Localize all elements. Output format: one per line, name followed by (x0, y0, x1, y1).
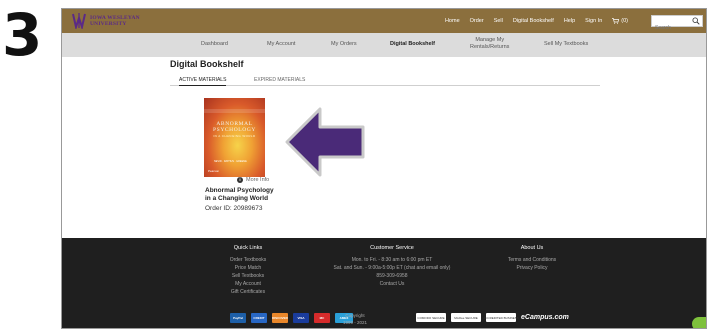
book-title[interactable]: Abnormal Psychology in a Changing World (205, 187, 295, 203)
cart-count: (0) (621, 18, 628, 24)
top-nav: Home Order Sell Digital Bookshelf Help S… (445, 9, 628, 33)
about-us-heading: About Us (520, 245, 544, 251)
subnav-my-orders[interactable]: My Orders (331, 41, 357, 48)
university-logo[interactable]: IOWA WESLEYAN UNIVERSITY (72, 13, 140, 31)
nav-order[interactable]: Order (470, 18, 484, 24)
search-box (651, 15, 703, 33)
cover-authors: NEVID · RATHUS · GREENE (214, 160, 247, 163)
weekend-hours: Sat. and Sun. - 9:00a-5:00p ET (chat and… (333, 265, 451, 271)
ecampus-logo: eCampus.com (521, 314, 569, 321)
subnav-dashboard[interactable]: Dashboard (201, 41, 228, 48)
copyright-line1: Copyright (345, 313, 365, 318)
nav-digital-bookshelf[interactable]: Digital Bookshelf (513, 18, 554, 24)
nav-home[interactable]: Home (445, 18, 460, 24)
search-icon[interactable] (692, 17, 700, 25)
nav-help[interactable]: Help (564, 18, 575, 24)
page-title: Digital Bookshelf (170, 59, 244, 69)
bbb-badge-icon: ACCREDITED BUSINESS (483, 313, 519, 322)
discover-icon: DISCOVER (272, 313, 288, 323)
footer-link-privacy[interactable]: Privacy Policy (492, 264, 572, 272)
payment-methods: PayPal CREDIT DISCOVER VISA MC AMEX (230, 313, 353, 323)
cover-subtitle: IN A CHANGING WORLD (213, 134, 256, 138)
cover-publisher: Pearson (208, 169, 220, 173)
quick-links-heading: Quick Links (233, 245, 263, 251)
footer-link-terms[interactable]: Terms and Conditions (492, 256, 572, 264)
search-input[interactable] (652, 23, 692, 33)
footer-about-us: About Us Terms and Conditions Privacy Po… (492, 245, 572, 272)
book-title-line2: in a Changing World (205, 195, 269, 202)
book-cover[interactable]: ABNORMAL PSYCHOLOGY IN A CHANGING WORLD … (204, 98, 265, 177)
annotation-arrow-icon (285, 107, 365, 177)
footer-quick-links: Quick Links Order Textbooks Price Match … (203, 245, 293, 296)
step-number: 3 (2, 1, 42, 69)
mcafee-badge-icon: McAfee SECURE (451, 313, 481, 322)
nav-sell[interactable]: Sell (494, 18, 503, 24)
phone-number[interactable]: 859-309-6958 (302, 272, 482, 280)
cart-icon (612, 18, 620, 24)
order-id: Order ID: 20989673 (205, 205, 263, 212)
university-name-line2: UNIVERSITY (90, 21, 127, 27)
tab-expired-materials[interactable]: EXPIRED MATERIALS (254, 77, 305, 83)
credit-icon: CREDIT (251, 313, 267, 323)
cover-title: ABNORMAL PSYCHOLOGY (213, 121, 256, 133)
account-subnav: Dashboard My Account My Orders Digital B… (62, 33, 706, 57)
browser-screenshot: IOWA WESLEYAN UNIVERSITY Home Order Sell… (61, 8, 707, 329)
footer-link-gift-certificates[interactable]: Gift Certificates (203, 288, 293, 296)
customer-service-heading: Customer Service (370, 245, 414, 251)
book-title-line1: Abnormal Psychology (205, 187, 274, 194)
copyright: Copyright 1999 - 2021 (343, 312, 367, 326)
mastercard-icon: MC (314, 313, 330, 323)
top-header: IOWA WESLEYAN UNIVERSITY Home Order Sell… (62, 9, 706, 33)
chat-button-icon[interactable] (692, 317, 706, 328)
more-info-link[interactable]: i More Info (237, 177, 269, 183)
nav-sign-in[interactable]: Sign In (585, 18, 602, 24)
footer-link-sell-textbooks[interactable]: Sell Textbooks (203, 272, 293, 280)
footer-link-contact-us[interactable]: Contact Us (302, 280, 482, 288)
footer-link-price-match[interactable]: Price Match (203, 264, 293, 272)
university-crest-icon (72, 13, 86, 31)
copyright-line2: 1999 - 2021 (343, 320, 368, 325)
info-icon: i (237, 177, 243, 183)
subnav-my-account[interactable]: My Account (267, 41, 295, 48)
footer-link-my-account[interactable]: My Account (203, 280, 293, 288)
cart-button[interactable]: (0) (612, 18, 628, 24)
subnav-sell-my-textbooks[interactable]: Sell My Textbooks (544, 41, 588, 48)
more-info-label: More Info (246, 177, 270, 183)
bookshelf-tabs: ACTIVE MATERIALS EXPIRED MATERIALS (170, 76, 600, 86)
cover-band (204, 109, 265, 113)
trust-badges: COMODO SECURE McAfee SECURE ACCREDITED B… (416, 313, 569, 322)
subnav-manage-rentals[interactable]: Manage My Rentals/Returns (470, 37, 509, 51)
paypal-icon: PayPal (230, 313, 246, 323)
subnav-digital-bookshelf[interactable]: Digital Bookshelf (390, 41, 435, 48)
university-name: IOWA WESLEYAN UNIVERSITY (90, 15, 140, 27)
subnav-manage-rentals-line2: Rentals/Returns (470, 44, 510, 50)
comodo-badge-icon: COMODO SECURE (416, 313, 446, 322)
subnav-manage-rentals-line1: Manage My (475, 37, 505, 43)
footer-link-order-textbooks[interactable]: Order Textbooks (203, 256, 293, 264)
site-footer: Quick Links Order Textbooks Price Match … (62, 238, 706, 328)
weekday-hours: Mon. to Fri. - 8:30 am to 6:00 pm ET (351, 257, 433, 263)
tab-active-materials[interactable]: ACTIVE MATERIALS (179, 77, 227, 86)
footer-customer-service: Customer Service Mon. to Fri. - 8:30 am … (302, 245, 482, 288)
visa-icon: VISA (293, 313, 309, 323)
